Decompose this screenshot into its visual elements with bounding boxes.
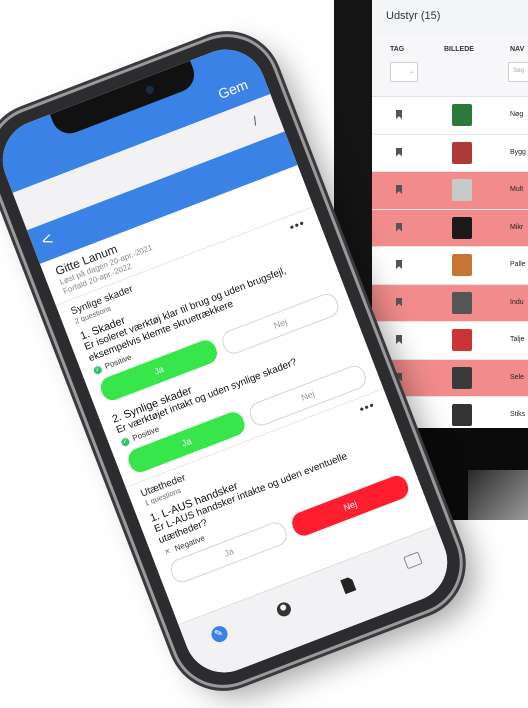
equipment-thumbnail	[452, 291, 472, 314]
table-row[interactable]: Mult	[372, 172, 528, 210]
bookmark-icon[interactable]	[396, 185, 402, 194]
bookmark-icon[interactable]	[396, 222, 402, 232]
tab-documents[interactable]	[334, 571, 362, 599]
table-title: Udstyr (15)	[386, 10, 441, 22]
equipment-name: Mult	[510, 186, 524, 193]
chevron-down-icon: ⌄	[408, 69, 414, 75]
equipment-name: Palle	[510, 261, 526, 268]
pencil-icon[interactable]: /	[251, 113, 260, 128]
document-icon	[340, 576, 357, 594]
tab-tools[interactable]: ✎	[205, 620, 233, 648]
camera-icon	[144, 84, 156, 96]
equipment-name: Talje	[510, 336, 525, 343]
user-icon	[274, 600, 293, 619]
save-button[interactable]: Gem	[216, 76, 250, 102]
equipment-table: TAG BILLEDE NAV ⌄ Søg Nøg Bygg Mult Mikr Pal…	[372, 36, 528, 428]
equipment-name: Mikr	[510, 223, 524, 231]
laptop-screen: Udstyr (15) TAG BILLEDE NAV ⌄ Søg Nøg Byg…	[372, 0, 528, 428]
equipment-thumbnail	[452, 366, 472, 389]
x-icon: ✕	[162, 545, 173, 557]
column-header-name: NAV	[510, 46, 525, 53]
equipment-name: Stiks	[510, 411, 526, 418]
equipment-name: Sele	[510, 373, 525, 381]
name-filter-placeholder: Søg	[513, 68, 525, 74]
tag-filter-select[interactable]: ⌄	[390, 62, 418, 82]
equipment-thumbnail	[452, 141, 472, 164]
bookmark-icon[interactable]	[396, 260, 402, 269]
equipment-name: Bygg	[510, 148, 526, 156]
bookmark-icon[interactable]	[396, 147, 402, 157]
back-button[interactable]: <	[38, 229, 55, 252]
bookmark-icon[interactable]	[396, 110, 402, 119]
wrench-icon: ✎	[208, 623, 230, 645]
table-body: Nøg Bygg Mult Mikr Palle Indu Talje Sele Stiks	[372, 97, 528, 428]
table-row[interactable]: Bygg	[372, 134, 528, 172]
column-header-image: BILLEDE	[444, 46, 474, 53]
name-filter-input[interactable]: Søg	[508, 62, 528, 82]
table-row[interactable]: Mikr	[372, 209, 528, 247]
equipment-thumbnail	[452, 404, 472, 426]
bookmark-icon[interactable]	[396, 335, 402, 344]
check-icon: ✓	[92, 364, 103, 375]
card-icon	[402, 551, 423, 570]
table-header: TAG BILLEDE NAV ⌄ Søg	[372, 36, 528, 97]
table-row[interactable]: Indu	[372, 284, 528, 322]
table-row[interactable]: Nøg	[372, 97, 528, 135]
table-row[interactable]: Palle	[372, 247, 528, 285]
equipment-name: Nøg	[510, 111, 524, 118]
equipment-thumbnail	[452, 254, 472, 276]
equipment-thumbnail	[452, 216, 472, 239]
equipment-thumbnail	[452, 104, 472, 126]
bookmark-icon[interactable]	[396, 372, 402, 382]
equipment-thumbnail	[452, 179, 472, 201]
bookmark-icon[interactable]	[396, 297, 402, 307]
equipment-name: Indu	[510, 298, 524, 306]
table-row[interactable]: Talje	[372, 322, 528, 360]
tab-cards[interactable]	[398, 546, 426, 574]
check-icon: ✓	[120, 436, 131, 447]
column-header-tag: TAG	[390, 46, 405, 53]
laptop-edge	[468, 470, 528, 520]
tab-profile[interactable]	[269, 595, 297, 623]
equipment-thumbnail	[452, 329, 472, 351]
